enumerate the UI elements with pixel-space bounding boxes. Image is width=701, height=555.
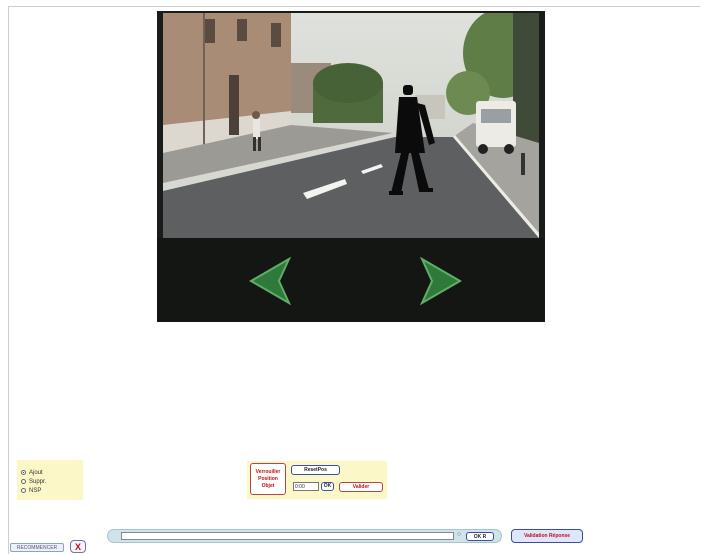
lock-label-line: Objet bbox=[261, 482, 275, 489]
time-input[interactable] bbox=[293, 482, 319, 491]
lock-label-line: Position bbox=[258, 475, 278, 482]
time-ok-button[interactable]: OK bbox=[321, 482, 334, 491]
ok-r-button[interactable]: OK R bbox=[466, 532, 494, 541]
radio-label: Ajout bbox=[29, 469, 43, 476]
answer-field-container: ○ OK R bbox=[107, 529, 502, 543]
arrow-right-icon[interactable] bbox=[419, 256, 462, 306]
radio-label: NSP bbox=[29, 487, 42, 494]
navigation-bar bbox=[157, 238, 545, 322]
radio-label: Suppr. bbox=[29, 478, 47, 485]
lock-label-line: Verrouiller bbox=[255, 468, 281, 475]
validate-answer-button[interactable]: Validation Réponse bbox=[511, 529, 583, 543]
radio-button[interactable] bbox=[21, 488, 26, 493]
validate-button[interactable]: Valider bbox=[339, 482, 383, 492]
radio-button[interactable] bbox=[21, 479, 26, 484]
field-cap-icon: ○ bbox=[457, 531, 462, 538]
arrow-left-icon[interactable] bbox=[249, 256, 292, 306]
street-scene-image bbox=[163, 13, 539, 238]
video-viewer bbox=[157, 11, 545, 322]
radio-option-nsp[interactable]: NSP bbox=[21, 486, 83, 495]
reset-position-button[interactable]: ResetPos bbox=[291, 465, 340, 475]
answer-field[interactable] bbox=[121, 532, 454, 540]
radio-button[interactable] bbox=[21, 470, 26, 475]
street-scene-illustration bbox=[163, 13, 539, 238]
mode-radio-panel: Ajout Suppr. NSP bbox=[17, 460, 83, 500]
restart-button[interactable]: RECOMMENCER bbox=[10, 543, 64, 552]
radio-option-delete[interactable]: Suppr. bbox=[21, 477, 83, 486]
lock-position-button[interactable]: Verrouiller Position Objet bbox=[250, 463, 286, 495]
radio-option-add[interactable]: Ajout bbox=[21, 468, 83, 477]
close-x-icon[interactable]: X bbox=[70, 540, 86, 553]
object-control-panel: Verrouiller Position Objet ResetPos OK V… bbox=[247, 461, 387, 499]
